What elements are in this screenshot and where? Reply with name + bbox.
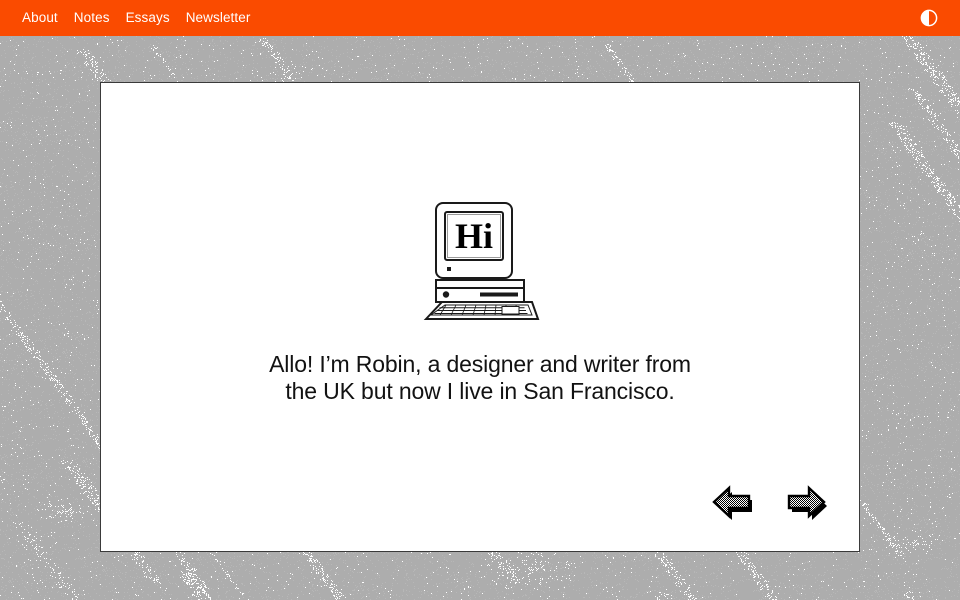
intro-copy: Allo! I’m Robin, a designer and writer f… xyxy=(101,351,859,405)
content-card: Hi Allo! I’m Robin, a designer and write… xyxy=(100,82,860,552)
half-circle-contrast-icon[interactable] xyxy=(920,9,938,27)
nav-link-notes[interactable]: Notes xyxy=(74,11,110,25)
retro-computer-icon: Hi xyxy=(418,201,542,323)
pager-controls xyxy=(707,477,831,525)
nav-link-newsletter[interactable]: Newsletter xyxy=(186,11,251,25)
intro-line-1: Allo! I’m Robin, a designer and writer f… xyxy=(269,351,691,377)
arrow-left-icon[interactable] xyxy=(707,477,755,525)
arrow-right-icon[interactable] xyxy=(783,477,831,525)
nav-link-essays[interactable]: Essays xyxy=(126,11,170,25)
intro-line-2: the UK but now I live in San Francisco. xyxy=(285,377,675,404)
computer-screen-text: Hi xyxy=(455,216,493,256)
nav-links: About Notes Essays Newsletter xyxy=(22,11,250,25)
top-navigation-bar: About Notes Essays Newsletter xyxy=(0,0,960,36)
nav-link-about[interactable]: About xyxy=(22,11,58,25)
